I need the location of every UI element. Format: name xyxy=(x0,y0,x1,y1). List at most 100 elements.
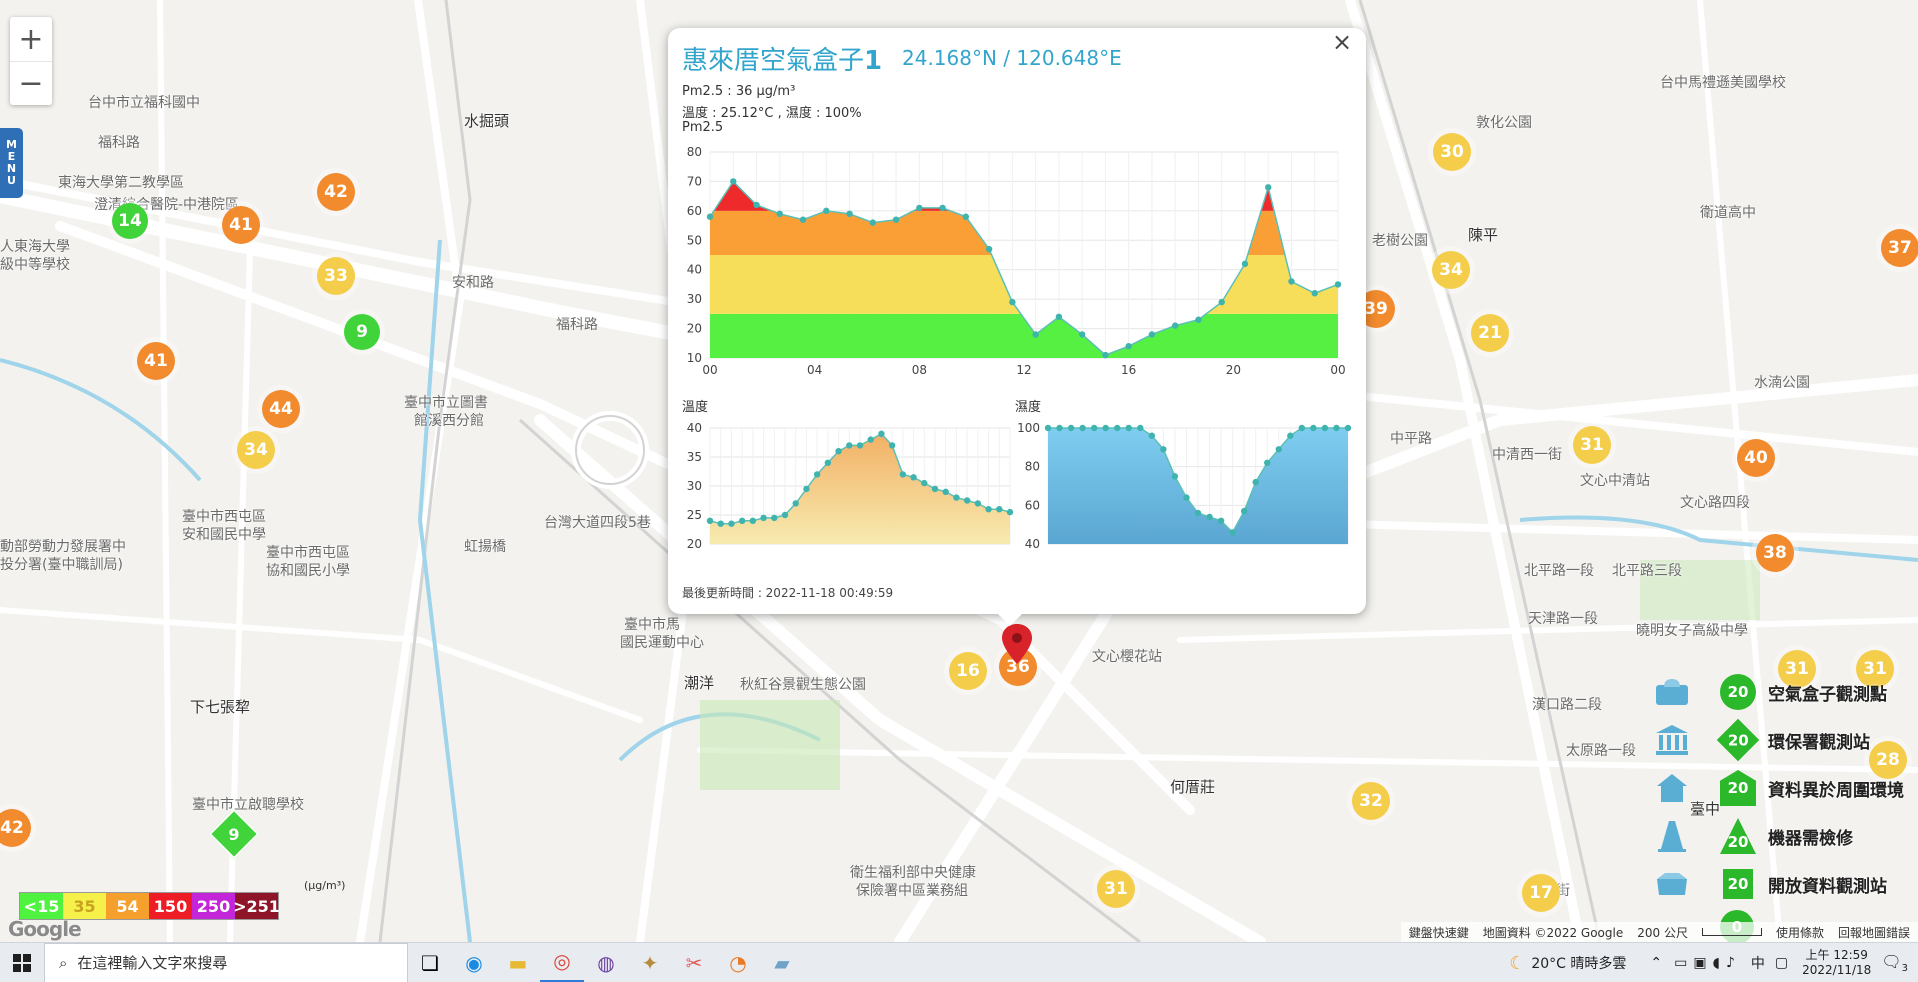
chrome-browser-icon[interactable]: ◎ xyxy=(540,943,584,982)
airbox-marker[interactable]: 38 xyxy=(1756,534,1794,572)
app-icon[interactable]: ◍ xyxy=(584,943,628,982)
airbox-marker[interactable]: 17 xyxy=(1522,874,1560,912)
data-point xyxy=(813,471,821,478)
tray-icons[interactable]: ▭▣◖♪ xyxy=(1674,955,1741,971)
y-tick-label: 20 xyxy=(687,322,702,336)
airbox-marker[interactable]: 44 xyxy=(262,390,300,428)
data-point xyxy=(776,210,783,217)
data-point xyxy=(738,517,746,524)
zoom-in-button[interactable]: + xyxy=(10,17,52,61)
map-place-label: 秋紅谷景觀生態公園 xyxy=(740,677,866,693)
airbox-marker[interactable]: 30 xyxy=(1433,133,1471,171)
data-point xyxy=(1044,424,1052,432)
airbox-marker[interactable]: 37 xyxy=(1881,229,1918,267)
file-explorer-icon[interactable]: ▬ xyxy=(496,943,540,982)
data-point xyxy=(803,485,810,493)
map-place-label: 陳平 xyxy=(1468,226,1499,244)
y-tick-label: 10 xyxy=(687,351,702,365)
ime-mode-icon[interactable]: ▢ xyxy=(1775,955,1788,971)
app-icon[interactable]: ▰ xyxy=(760,943,804,982)
map-place-label: 何厝莊 xyxy=(1170,778,1216,796)
airbox-marker[interactable]: 34 xyxy=(237,431,275,469)
house-icon xyxy=(1650,770,1694,806)
windows-taskbar: ⌕ 在這裡輸入文字來搜尋 ❏ ◉ ▬ ◎ ◍ ✦ ✂ ◔ ▰ ☾ 20°C 晴時… xyxy=(0,942,1918,982)
terms-link[interactable]: 使用條款 xyxy=(1776,924,1824,941)
area-fill xyxy=(710,433,1010,544)
airbox-marker[interactable]: 9 xyxy=(344,314,380,350)
app-icon[interactable]: ✂ xyxy=(672,943,716,982)
airbox-marker[interactable]: 42 xyxy=(317,173,355,211)
data-point xyxy=(771,514,778,522)
map-place-label: 潮洋 xyxy=(684,674,715,692)
map-place-label: 北平路一段 xyxy=(1524,563,1594,579)
data-point xyxy=(1241,260,1249,268)
taskbar-search-box[interactable]: ⌕ 在這裡輸入文字來搜尋 xyxy=(44,942,408,982)
airbox-marker[interactable]: 31 xyxy=(1573,426,1611,464)
edge-browser-icon[interactable]: ◉ xyxy=(452,943,496,982)
legend-row-airbox[interactable]: 20 空氣盒子觀測點 xyxy=(1650,672,1887,712)
report-error-link[interactable]: 回報地圖錯誤 xyxy=(1838,924,1910,941)
data-point xyxy=(1079,424,1086,432)
popup-charts: 10 20 30 40 50 60 70 80 00 04 08 12 16 20 00 20 25 30 35 40… xyxy=(687,145,1352,551)
scale-bar xyxy=(1701,928,1762,936)
zoom-out-button[interactable]: − xyxy=(10,61,52,105)
legend-row-epa[interactable]: 20 環保署觀測站 xyxy=(1650,718,1870,762)
airbox-marker[interactable]: 34 xyxy=(1432,251,1470,289)
y-tick-label: 50 xyxy=(687,233,702,247)
map-place-label: 文心櫻花站 xyxy=(1092,649,1162,665)
notification-icon[interactable]: 🗨3 xyxy=(1881,952,1908,974)
map-place-label: 福科路 xyxy=(98,135,140,151)
taskbar-clock[interactable]: 上午 12:59 2022/11/18 xyxy=(1792,948,1881,978)
data-point xyxy=(706,213,714,220)
keyboard-shortcuts-link[interactable]: 鍵盤快速鍵 xyxy=(1409,924,1469,941)
map-place-label: 台灣大道四段5巷 xyxy=(544,515,651,531)
data-point xyxy=(867,436,874,443)
data-point xyxy=(974,500,982,507)
x-tick-label: 00 xyxy=(702,363,717,377)
map-canvas[interactable]: 台中市立福科國中 東海大學第二教學區 澄清綜合醫院-中港院區 人東海大學 級中等學校 水掘… xyxy=(0,0,1918,942)
airbox-marker[interactable]: 14 xyxy=(112,203,148,239)
windows-start-button[interactable] xyxy=(0,943,44,982)
data-point xyxy=(1264,459,1271,466)
map-place-label: 衛生福利部中央健康 xyxy=(850,865,976,881)
legend-row-opendata[interactable]: 20 開放資料觀測站 xyxy=(1650,864,1887,904)
airbox-marker[interactable]: 32 xyxy=(1352,782,1390,820)
weather-text[interactable]: 20°C 晴時多雲 xyxy=(1531,953,1626,973)
app-icon[interactable]: ✦ xyxy=(628,943,672,982)
data-point xyxy=(1240,507,1248,515)
map-place-label: 漢口路二段 xyxy=(1532,697,1602,713)
data-point xyxy=(1055,313,1063,320)
ime-indicator[interactable]: 中 xyxy=(1751,953,1765,973)
map-pin-icon[interactable] xyxy=(1002,624,1032,664)
legend-badge: 20 xyxy=(1720,770,1756,806)
airbox-marker[interactable]: 16 xyxy=(949,652,987,690)
airbox-marker[interactable]: 21 xyxy=(1471,314,1509,352)
blender-icon[interactable]: ◔ xyxy=(716,943,760,982)
data-point xyxy=(892,216,900,223)
map-place-label: 台中馬禮遜美國學校 xyxy=(1660,75,1786,91)
legend-row-repair[interactable]: 20 機器需檢修 xyxy=(1650,816,1853,856)
data-point xyxy=(1171,473,1179,480)
data-point xyxy=(1056,424,1063,432)
map-place-label: 文心中清站 xyxy=(1580,473,1650,489)
chevron-up-icon[interactable]: ⌃ xyxy=(1650,955,1662,971)
legend-label: 開放資料觀測站 xyxy=(1768,876,1887,897)
data-point xyxy=(931,485,939,493)
data-point xyxy=(1252,478,1259,486)
airbox-marker[interactable]: 40 xyxy=(1737,439,1775,477)
menu-letter: U xyxy=(7,174,16,187)
legend-label: 機器需檢修 xyxy=(1768,828,1853,849)
task-view-icon[interactable]: ❏ xyxy=(408,943,452,982)
data-point xyxy=(1125,343,1132,350)
data-point xyxy=(1183,494,1190,501)
cloud-box-icon xyxy=(1650,674,1694,710)
legend-row-abnormal[interactable]: 20 資料異於周圍環境 xyxy=(1650,768,1904,808)
menu-tab[interactable]: M E N U xyxy=(0,128,23,198)
airbox-marker[interactable]: 33 xyxy=(317,257,355,295)
airbox-marker[interactable]: 41 xyxy=(137,342,175,380)
airbox-marker[interactable]: 41 xyxy=(222,206,260,244)
data-point xyxy=(1009,298,1016,306)
data-point xyxy=(728,520,735,527)
airbox-marker[interactable]: 31 xyxy=(1097,870,1135,908)
data-point xyxy=(869,219,877,226)
